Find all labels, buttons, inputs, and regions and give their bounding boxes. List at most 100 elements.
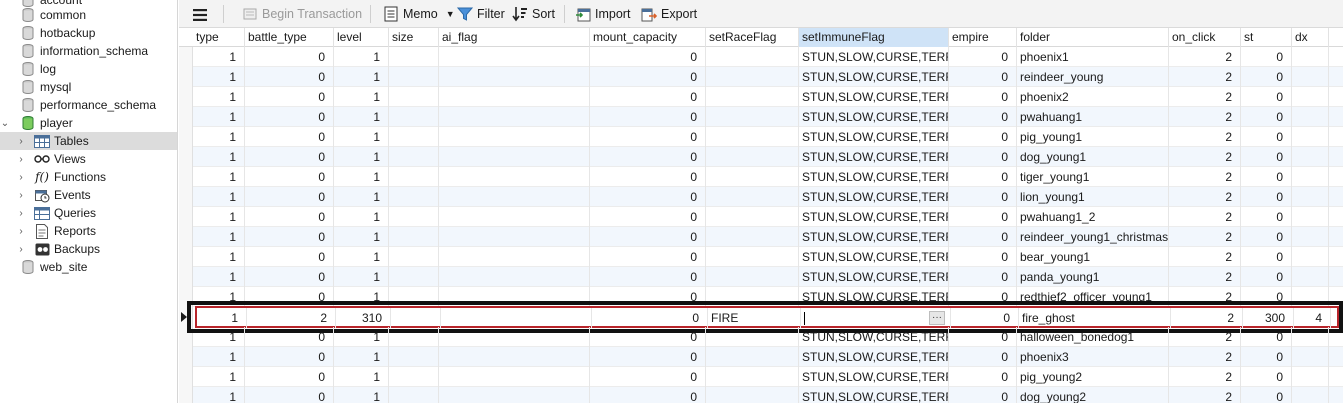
- cell-folder[interactable]: reindeer_young1_christmas1: [1017, 227, 1169, 247]
- chevron-down-icon[interactable]: ⌄: [0, 114, 10, 132]
- cell-level[interactable]: 1: [334, 127, 389, 147]
- cell-size[interactable]: [389, 387, 439, 403]
- cell-setimmuneflag[interactable]: STUN,SLOW,CURSE,TERROR: [799, 207, 949, 227]
- cell-empire[interactable]: 0: [951, 308, 1019, 328]
- column-header-size[interactable]: size: [389, 28, 439, 47]
- cell-size[interactable]: [389, 207, 439, 227]
- cell-mount-capacity[interactable]: 0: [590, 267, 706, 287]
- cell-st[interactable]: 0: [1241, 67, 1292, 87]
- cell-setimmuneflag[interactable]: STUN,SLOW,CURSE,TERROR: [799, 347, 949, 367]
- cell-setimmuneflag[interactable]: STUN,SLOW,CURSE,TERROR: [799, 67, 949, 87]
- cell-setraceflag[interactable]: [706, 327, 799, 347]
- cell-dx[interactable]: [1292, 387, 1329, 403]
- cell-type[interactable]: 1: [193, 187, 245, 207]
- cell-empire[interactable]: 0: [949, 147, 1017, 167]
- cell-dx[interactable]: [1292, 247, 1329, 267]
- cell-level[interactable]: 1: [334, 267, 389, 287]
- cell-type[interactable]: 1: [193, 47, 245, 67]
- cell-ai-flag[interactable]: [439, 167, 590, 187]
- cell-on-click[interactable]: 2: [1169, 387, 1241, 403]
- cell-battle-type[interactable]: 0: [245, 127, 334, 147]
- cell-folder[interactable]: phoenix3: [1017, 347, 1169, 367]
- export-button[interactable]: Export: [640, 3, 697, 24]
- cell-size[interactable]: [389, 167, 439, 187]
- cell-battle-type[interactable]: 0: [245, 367, 334, 387]
- cell-mount-capacity[interactable]: 0: [590, 207, 706, 227]
- table-row[interactable]: 1010STUN,SLOW,CURSE,TERROR0halloween_bon…: [193, 327, 1343, 347]
- cell-empire[interactable]: 0: [949, 127, 1017, 147]
- cell-battle-type[interactable]: 0: [245, 207, 334, 227]
- cell-size[interactable]: [389, 267, 439, 287]
- tree-item-common[interactable]: common: [0, 6, 177, 24]
- cell-ai-flag[interactable]: [439, 347, 590, 367]
- cell-on-click[interactable]: 2: [1169, 327, 1241, 347]
- cell-setraceflag[interactable]: [706, 247, 799, 267]
- cell-on-click[interactable]: 2: [1169, 287, 1241, 307]
- cell-folder[interactable]: phoenix2: [1017, 87, 1169, 107]
- cell-type[interactable]: 1: [193, 387, 245, 403]
- cell-type[interactable]: 1: [193, 347, 245, 367]
- cell-level[interactable]: 1: [334, 67, 389, 87]
- cell-size[interactable]: [389, 227, 439, 247]
- cell-st[interactable]: 0: [1241, 207, 1292, 227]
- column-header-folder[interactable]: folder: [1017, 28, 1169, 47]
- cell-st[interactable]: 0: [1241, 247, 1292, 267]
- chevron-right-icon[interactable]: ›: [16, 168, 26, 186]
- cell-battle-type[interactable]: 0: [245, 347, 334, 367]
- cell-empire[interactable]: 0: [949, 167, 1017, 187]
- cell-dx[interactable]: [1292, 327, 1329, 347]
- import-button[interactable]: Import: [574, 3, 630, 24]
- cell-setraceflag[interactable]: [706, 187, 799, 207]
- cell-setimmuneflag[interactable]: STUN,SLOW,CURSE,TERROR: [799, 107, 949, 127]
- cell-st[interactable]: 0: [1241, 47, 1292, 67]
- cell-level[interactable]: 1: [334, 327, 389, 347]
- cell-setraceflag[interactable]: [706, 207, 799, 227]
- cell-empire[interactable]: 0: [949, 347, 1017, 367]
- cell-level[interactable]: 1: [334, 287, 389, 307]
- cell-dx[interactable]: [1292, 67, 1329, 87]
- cell-mount-capacity[interactable]: 0: [590, 107, 706, 127]
- cell-dx[interactable]: [1292, 287, 1329, 307]
- cell-ai-flag[interactable]: [439, 227, 590, 247]
- cell-setraceflag[interactable]: [706, 387, 799, 403]
- cell-st[interactable]: 0: [1241, 367, 1292, 387]
- cell-on-click[interactable]: 2: [1169, 247, 1241, 267]
- cell-ai-flag[interactable]: [439, 87, 590, 107]
- cell-st[interactable]: 0: [1241, 227, 1292, 247]
- cell-mount-capacity[interactable]: 0: [590, 167, 706, 187]
- cell-level[interactable]: 1: [334, 227, 389, 247]
- cell-type[interactable]: 1: [193, 207, 245, 227]
- cell-type[interactable]: 1: [193, 247, 245, 267]
- cell-type[interactable]: 1: [193, 107, 245, 127]
- cell-mount-capacity[interactable]: 0: [590, 147, 706, 167]
- cell-setraceflag[interactable]: [706, 167, 799, 187]
- cell-setimmuneflag[interactable]: STUN,SLOW,CURSE,TERROR: [799, 187, 949, 207]
- cell-mount-capacity[interactable]: 0: [590, 387, 706, 403]
- cell-folder[interactable]: pwahuang1_2: [1017, 207, 1169, 227]
- cell-st[interactable]: 0: [1241, 387, 1292, 403]
- cell-level[interactable]: 1: [334, 87, 389, 107]
- cell-empire[interactable]: 0: [949, 87, 1017, 107]
- table-row[interactable]: 1010STUN,SLOW,CURSE,TERROR0reindeer_youn…: [193, 67, 1343, 87]
- cell-st[interactable]: 0: [1241, 147, 1292, 167]
- cell-setraceflag[interactable]: [706, 87, 799, 107]
- cell-on-click[interactable]: 2: [1169, 67, 1241, 87]
- tree-item-backups[interactable]: › Backups: [0, 240, 177, 258]
- cell-setimmuneflag[interactable]: STUN,SLOW,CURSE,TERROR: [799, 47, 949, 67]
- cell-folder[interactable]: lion_young1: [1017, 187, 1169, 207]
- cell-on-click[interactable]: 2: [1169, 167, 1241, 187]
- cell-type[interactable]: 1: [193, 287, 245, 307]
- cell-size[interactable]: [389, 107, 439, 127]
- cell-mount-capacity[interactable]: 0: [590, 327, 706, 347]
- cell-ai-flag[interactable]: [439, 207, 590, 227]
- tree-item-performance-schema[interactable]: performance_schema: [0, 96, 177, 114]
- tree-item-events[interactable]: › Events: [0, 186, 177, 204]
- cell-empire[interactable]: 0: [949, 247, 1017, 267]
- cell-setraceflag[interactable]: FIRE: [708, 308, 801, 328]
- tree-item-tables[interactable]: › Tables: [0, 132, 177, 150]
- cell-mount-capacity[interactable]: 0: [590, 67, 706, 87]
- cell-type[interactable]: 1: [193, 367, 245, 387]
- cell-empire[interactable]: 0: [949, 47, 1017, 67]
- cell-mount-capacity[interactable]: 0: [590, 227, 706, 247]
- memo-button[interactable]: Memo ▼: [382, 3, 455, 24]
